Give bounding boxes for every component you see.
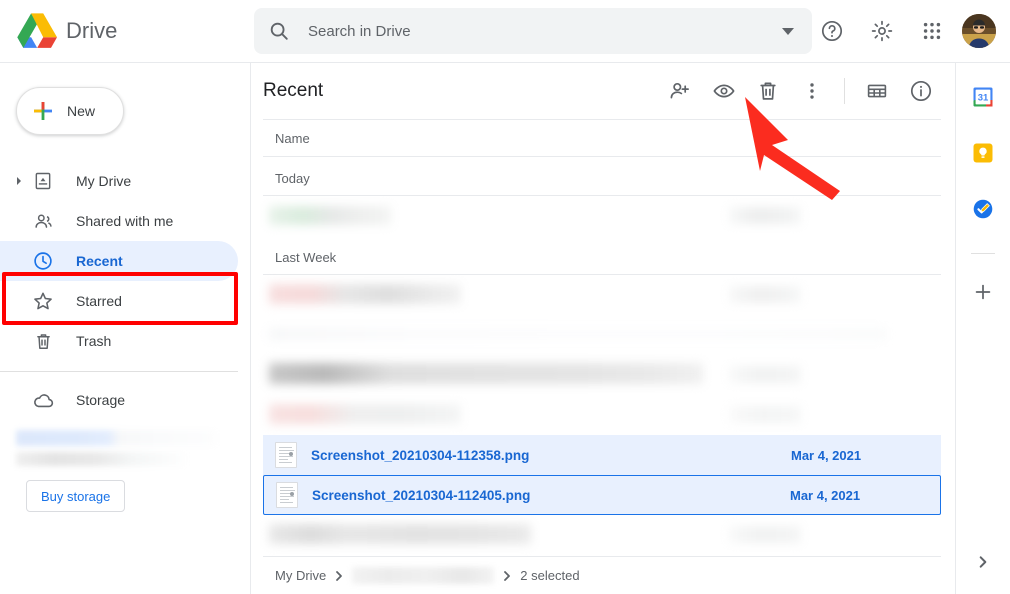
right-side-panel: 31 (955, 62, 1010, 594)
brand-area[interactable]: Drive (0, 0, 250, 62)
search-bar[interactable] (254, 8, 812, 54)
left-sidebar: New My Drive Shared with me Recent Starr… (0, 62, 250, 594)
list-item[interactable] (263, 275, 941, 315)
search-icon (268, 20, 290, 42)
sidebar-label-trash: Trash (76, 333, 112, 349)
breadcrumb-separator (501, 570, 513, 582)
sidebar-label-starred: Starred (76, 293, 122, 309)
sidebar-label-recent: Recent (76, 253, 123, 269)
share-button[interactable] (660, 71, 700, 111)
list-item[interactable] (263, 196, 941, 236)
chevron-down-icon[interactable] (782, 27, 794, 35)
app-body: New My Drive Shared with me Recent Starr… (0, 62, 1010, 594)
sidebar-item-storage[interactable]: Storage (0, 380, 238, 420)
google-apps-button[interactable] (912, 11, 952, 51)
image-file-icon (276, 482, 298, 508)
preview-button[interactable] (704, 71, 744, 111)
sidebar-item-trash[interactable]: Trash (0, 321, 238, 361)
sidebar-divider (0, 371, 238, 372)
expand-panel-button[interactable] (971, 550, 995, 574)
table-row[interactable]: Screenshot_20210304-112405.png Mar 4, 20… (263, 475, 941, 515)
google-keep-icon[interactable] (971, 141, 995, 165)
sidebar-nav: My Drive Shared with me Recent Starred T… (0, 161, 250, 512)
storage-usage-text (16, 452, 186, 466)
content-header: Recent (251, 63, 955, 119)
buy-storage-button[interactable]: Buy storage (26, 480, 126, 512)
top-bar: Drive (0, 0, 1010, 62)
group-header-last-week: Last Week (263, 236, 941, 275)
google-drive-window: Drive Search in Drive New My Drive Share… (0, 0, 1010, 594)
storage-usage-bar (16, 430, 216, 446)
sidebar-label-storage: Storage (76, 392, 126, 408)
toolbar-divider (844, 78, 845, 104)
star-icon (30, 290, 56, 312)
list-item[interactable] (263, 355, 941, 395)
sidebar-label-shared-with-me: Shared with me (76, 213, 174, 229)
file-date: Mar 4, 2021 (791, 447, 862, 463)
list-item[interactable] (263, 395, 941, 435)
list-item[interactable] (263, 515, 941, 555)
google-calendar-icon[interactable]: 31 (971, 85, 995, 109)
table-row[interactable]: Screenshot_20210304-112358.png Mar 4, 20… (263, 435, 941, 475)
column-header-row: Name (263, 119, 941, 157)
breadcrumb-folder[interactable] (352, 567, 495, 584)
sidebar-item-recent[interactable]: Recent (0, 241, 238, 281)
list-view-button[interactable] (857, 71, 897, 111)
settings-button[interactable] (862, 11, 902, 51)
image-file-icon (275, 442, 297, 468)
svg-text:31: 31 (978, 93, 989, 104)
main-content: Recent Name Today Last Week Screenshot_2… (250, 62, 955, 594)
more-actions-button[interactable] (792, 71, 832, 111)
sidebar-item-starred[interactable]: Starred (0, 281, 238, 321)
shared-with-me-icon (30, 211, 56, 232)
breadcrumb: My Drive 2 selected (263, 556, 941, 594)
trash-icon (30, 331, 56, 352)
clock-icon (30, 250, 56, 272)
breadcrumb-root[interactable]: My Drive (275, 568, 326, 583)
app-title: Drive (66, 18, 118, 43)
help-button[interactable] (812, 11, 852, 51)
file-list: Today Last Week Screenshot_20210304-1123… (251, 157, 955, 556)
new-button-label: New (67, 103, 96, 119)
plus-icon (31, 99, 55, 123)
rail-divider (971, 253, 995, 254)
account-avatar[interactable] (962, 14, 996, 48)
cloud-icon (30, 389, 56, 412)
details-button[interactable] (901, 71, 941, 111)
list-item[interactable] (263, 315, 941, 355)
file-name: Screenshot_20210304-112405.png (312, 487, 531, 503)
remove-button[interactable] (748, 71, 788, 111)
sidebar-label-my-drive: My Drive (76, 173, 132, 189)
add-addon-button[interactable] (971, 280, 995, 304)
breadcrumb-separator (333, 570, 345, 582)
file-date: Mar 4, 2021 (790, 487, 861, 503)
content-toolbar (660, 71, 941, 111)
google-drive-logo-icon (16, 12, 58, 50)
my-drive-icon (30, 171, 56, 191)
search-input[interactable] (308, 22, 782, 40)
new-button[interactable]: New (16, 87, 124, 135)
sidebar-item-my-drive[interactable]: My Drive (0, 161, 238, 201)
group-header-today: Today (263, 157, 941, 196)
file-name: Screenshot_20210304-112358.png (311, 447, 530, 463)
page-title: Recent (263, 80, 324, 101)
chevron-right-icon[interactable] (8, 176, 30, 186)
list-item[interactable] (263, 555, 941, 556)
google-tasks-icon[interactable] (971, 197, 995, 221)
column-header-name: Name (275, 130, 310, 146)
sidebar-item-shared-with-me[interactable]: Shared with me (0, 201, 238, 241)
selection-status: 2 selected (520, 568, 580, 583)
top-bar-actions (812, 11, 1010, 51)
